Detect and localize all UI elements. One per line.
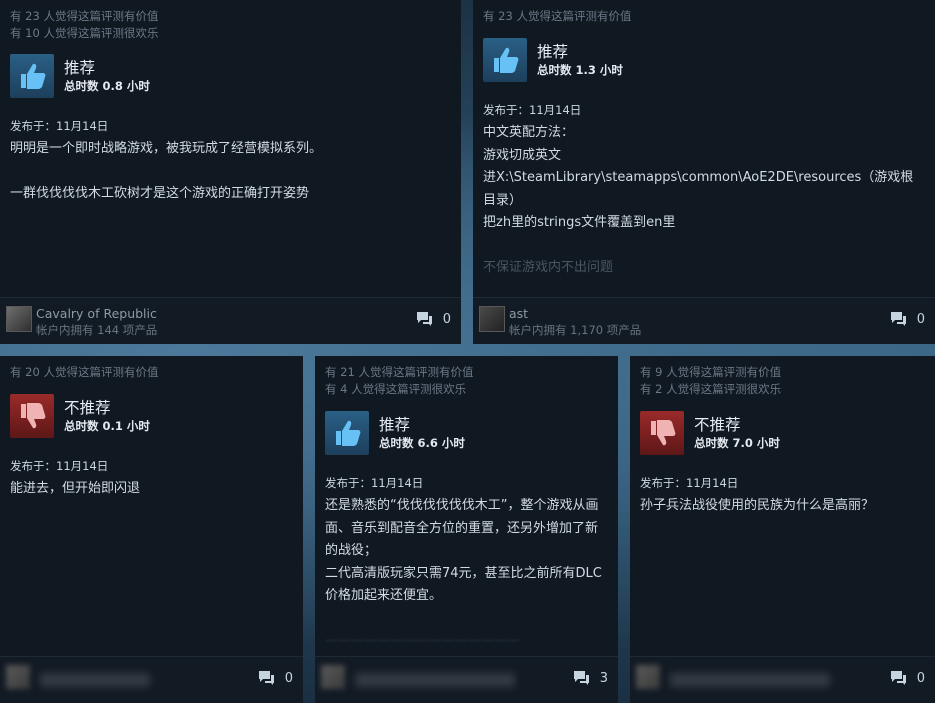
review-text: 明明是一个即时战略游戏，被我玩成了经营模拟系列。 (10, 141, 323, 156)
hours-played: 总时数 0.8 小时 (64, 79, 150, 93)
comment-count: 0 (916, 670, 925, 686)
author-name-redacted (670, 673, 830, 687)
review-card[interactable]: 有 21 人觉得这篇评测有价值 有 4 人觉得这篇评测很欢乐 推荐 总时数 6.… (315, 356, 618, 703)
review-verdict[interactable]: 不推荐 (694, 415, 780, 435)
review-verdict[interactable]: 不推荐 (64, 398, 150, 418)
review-text: 孙子兵法战役使用的民族为什么是高丽？ (640, 498, 875, 513)
avatar[interactable] (636, 665, 660, 689)
review-text: 一群伐伐伐伐木工砍树才是这个游戏的正确打开姿势 (10, 185, 310, 201)
posted-date: 发布于：11月14日 (10, 119, 109, 133)
thumbs-down-icon[interactable] (640, 411, 684, 455)
avatar[interactable] (6, 665, 30, 689)
review-card[interactable]: 有 23 人觉得这篇评测有价值 推荐 总时数 1.3 小时 发布于：11月14日… (473, 0, 935, 344)
review-card[interactable]: 有 9 人觉得这篇评测有价值 有 2 人觉得这篇评测很欢乐 不推荐 总时数 7.… (630, 356, 935, 703)
author-name-redacted (40, 673, 150, 687)
review-text: 能进去，但开始即闪退 (10, 481, 141, 496)
helpful-count: 有 23 人觉得这篇评测有价值 (483, 9, 632, 23)
review-verdict[interactable]: 推荐 (379, 415, 465, 435)
hours-played: 总时数 6.6 小时 (379, 436, 465, 450)
funny-count: 有 10 人觉得这篇评测很欢乐 (10, 26, 159, 40)
thumbs-up-icon[interactable] (483, 38, 527, 82)
avatar[interactable] (479, 306, 505, 332)
funny-count: 有 2 人觉得这篇评测很欢乐 (640, 382, 782, 396)
author-products: 帐户内拥有 144 项产品 (36, 323, 158, 337)
comment-bubble-icon (573, 671, 589, 685)
helpful-count: 有 23 人觉得这篇评测有价值 (10, 9, 159, 23)
comment-bubble-icon (258, 671, 274, 685)
helpful-count: 有 21 人觉得这篇评测有价值 (325, 365, 474, 379)
posted-date: 发布于：11月14日 (10, 459, 109, 473)
review-text: 还是熟悉的“伐伐伐伐伐伐木工”，整个游戏从画面、音乐到配音全方位的重置，还另外增… (325, 498, 599, 558)
review-body: 还是熟悉的“伐伐伐伐伐伐木工”，整个游戏从画面、音乐到配音全方位的重置，还另外增… (325, 495, 608, 652)
review-footer: 0 (630, 656, 935, 703)
review-text: 进X:\SteamLibrary\steamapps\common\AoE2DE… (483, 170, 914, 208)
comment-bubble-icon (890, 312, 906, 326)
comment-button[interactable]: 0 (889, 670, 925, 686)
review-body: 中文英配方法： 游戏切成英文 进X:\SteamLibrary\steamapp… (483, 122, 925, 279)
review-text: 游戏切成英文 (483, 147, 562, 163)
author-products: 帐户内拥有 1,170 项产品 (509, 323, 642, 337)
thumbs-up-icon[interactable] (10, 54, 54, 98)
author-name-redacted (355, 673, 515, 687)
review-footer: 0 (0, 656, 303, 703)
posted-date: 发布于：11月14日 (483, 103, 582, 117)
review-footer: 3 (315, 656, 618, 703)
comment-count: 0 (916, 311, 925, 327)
review-card[interactable]: 有 23 人觉得这篇评测有价值 有 10 人觉得这篇评测很欢乐 推荐 总时数 0… (0, 0, 461, 344)
avatar[interactable] (6, 306, 32, 332)
review-text-fade: ——————————————— (325, 632, 520, 648)
comment-count: 0 (442, 311, 451, 327)
review-verdict[interactable]: 推荐 (64, 58, 150, 78)
review-text: 不保证游戏内不出问题 (483, 259, 614, 275)
review-card[interactable]: 有 20 人觉得这篇评测有价值 不推荐 总时数 0.1 小时 发布于：11月14… (0, 356, 303, 703)
helpful-count: 有 20 人觉得这篇评测有价值 (10, 365, 159, 379)
comment-count: 3 (599, 670, 608, 686)
thumbs-up-icon[interactable] (325, 411, 369, 455)
review-body: 明明是一个即时战略游戏，被我玩成了经营模拟系列。 一群伐伐伐伐木工砍树才是这个游… (10, 138, 451, 205)
comment-button[interactable]: 0 (257, 670, 293, 686)
hours-played: 总时数 1.3 小时 (537, 63, 623, 77)
comment-bubble-icon (890, 671, 906, 685)
funny-count: 有 4 人觉得这篇评测很欢乐 (325, 382, 467, 396)
posted-date: 发布于：11月14日 (325, 476, 424, 490)
comment-count: 0 (284, 670, 293, 686)
review-verdict[interactable]: 推荐 (537, 42, 623, 62)
review-text: 把zh里的strings文件覆盖到en里 (483, 215, 676, 230)
review-footer: ast 帐户内拥有 1,170 项产品 0 (473, 297, 935, 344)
comment-bubble-icon (416, 312, 432, 326)
review-body: 孙子兵法战役使用的民族为什么是高丽？ (640, 495, 925, 518)
review-text: 中文英配方法： (483, 125, 575, 140)
author-name[interactable]: Cavalry of Republic (36, 306, 157, 322)
comment-button[interactable]: 0 (889, 311, 925, 327)
comment-button[interactable]: 3 (572, 670, 608, 686)
hours-played: 总时数 7.0 小时 (694, 436, 780, 450)
avatar[interactable] (321, 665, 345, 689)
review-footer: Cavalry of Republic 帐户内拥有 144 项产品 0 (0, 297, 461, 344)
thumbs-down-icon[interactable] (10, 394, 54, 438)
comment-button[interactable]: 0 (415, 311, 451, 327)
review-body: 能进去，但开始即闪退 (10, 478, 293, 501)
posted-date: 发布于：11月14日 (640, 476, 739, 490)
review-text: 二代高清版玩家只需74元，甚至比之前所有DLC价格加起来还便宜。 (325, 565, 602, 604)
author-name[interactable]: ast (509, 306, 528, 322)
hours-played: 总时数 0.1 小时 (64, 419, 150, 433)
helpful-count: 有 9 人觉得这篇评测有价值 (640, 365, 782, 379)
